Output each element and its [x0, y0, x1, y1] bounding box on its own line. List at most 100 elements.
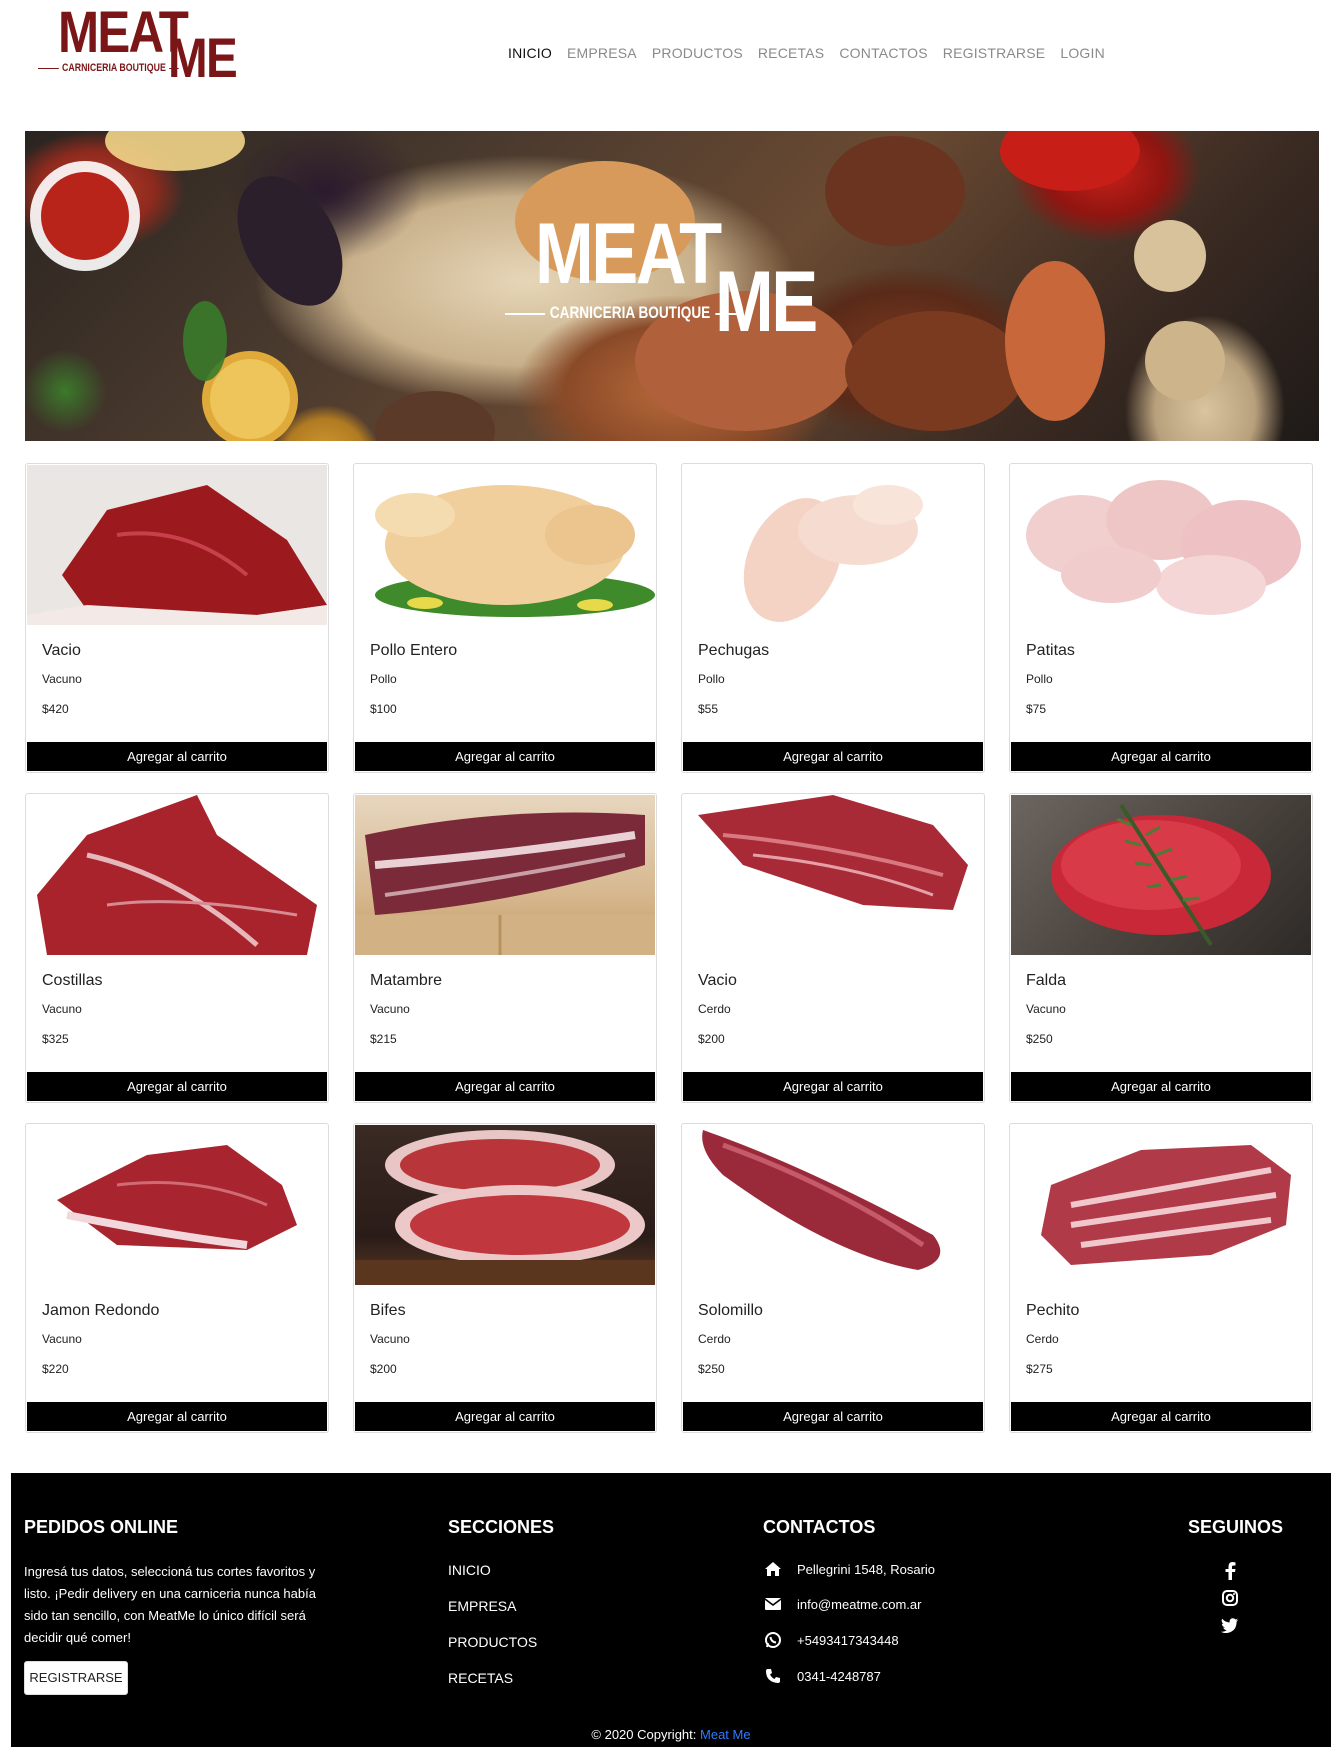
nav-empresa[interactable]: EMPRESA [567, 45, 637, 61]
site-footer: PEDIDOS ONLINE Ingresá tus datos, selecc… [11, 1473, 1331, 1747]
add-to-cart-button[interactable]: Agregar al carrito [1011, 1402, 1311, 1431]
product-image [27, 795, 327, 955]
envelope-icon [763, 1596, 783, 1612]
product-image [1011, 465, 1311, 625]
logo-word-me: ME [168, 26, 238, 89]
product-name: Falda [1026, 972, 1067, 989]
product-category: Vacuno [1026, 1002, 1066, 1016]
footer-link-productos[interactable]: PRODUCTOS [448, 1634, 537, 1650]
footer-link-empresa[interactable]: EMPRESA [448, 1598, 516, 1614]
add-to-cart-button[interactable]: Agregar al carrito [27, 742, 327, 771]
footer-register-button[interactable]: REGISTRARSE [24, 1661, 128, 1695]
add-to-cart-button[interactable]: Agregar al carrito [683, 1072, 983, 1101]
product-price: $55 [698, 702, 719, 716]
product-category: Vacuno [42, 672, 82, 686]
product-category: Cerdo [1026, 1332, 1059, 1346]
contact-address-text: Pellegrini 1548, Rosario [797, 1561, 936, 1577]
product-image [27, 1125, 327, 1285]
product-image [1011, 795, 1311, 955]
add-to-cart-button[interactable]: Agregar al carrito [355, 1402, 655, 1431]
product-card: Vacio Cerdo $200 Agregar al carrito [681, 793, 985, 1103]
product-card: Pechito Cerdo $275 Agregar al carrito [1009, 1123, 1313, 1433]
product-image [683, 1125, 983, 1285]
footer-pedidos-title: PEDIDOS ONLINE [24, 1517, 179, 1537]
hero-logo-word-meat: MEAT [535, 206, 722, 302]
add-to-cart-button[interactable]: Agregar al carrito [683, 1402, 983, 1431]
product-price: $275 [1026, 1362, 1053, 1376]
nav-registrarse[interactable]: REGISTRARSE [943, 45, 1046, 61]
nav-contactos[interactable]: CONTACTOS [839, 45, 927, 61]
contact-email-text[interactable]: info@meatme.com.ar [797, 1597, 921, 1612]
product-price: $75 [1026, 702, 1047, 716]
product-card: Solomillo Cerdo $250 Agregar al carrito [681, 1123, 985, 1433]
product-category: Pollo [370, 672, 397, 686]
product-category: Pollo [698, 672, 725, 686]
product-category: Cerdo [698, 1002, 731, 1016]
add-to-cart-button[interactable]: Agregar al carrito [1011, 1072, 1311, 1101]
product-image [1011, 1125, 1311, 1285]
product-price: $220 [42, 1362, 69, 1376]
footer-link-inicio[interactable]: INICIO [448, 1562, 491, 1578]
nav-login[interactable]: LOGIN [1060, 45, 1105, 61]
main-nav: INICIO EMPRESA PRODUCTOS RECETAS CONTACT… [508, 45, 1120, 61]
product-card: Bifes Vacuno $200 Agregar al carrito [353, 1123, 657, 1433]
product-price: $250 [1026, 1032, 1053, 1046]
whatsapp-icon [763, 1632, 783, 1648]
contact-email: info@meatme.com.ar [763, 1596, 921, 1612]
product-name: Vacio [42, 642, 81, 659]
product-name: Patitas [1026, 642, 1075, 659]
contact-whatsapp-text[interactable]: +5493417343448 [797, 1633, 899, 1648]
add-to-cart-button[interactable]: Agregar al carrito [27, 1402, 327, 1431]
product-card: Patitas Pollo $75 Agregar al carrito [1009, 463, 1313, 773]
instagram-icon[interactable] [1220, 1588, 1240, 1608]
product-name: Pechugas [698, 642, 770, 659]
product-price: $215 [370, 1032, 397, 1046]
phone-icon [763, 1668, 783, 1684]
product-image [683, 795, 983, 955]
product-card: Costillas Vacuno $325 Agregar al carrito [25, 793, 329, 1103]
twitter-icon[interactable] [1220, 1615, 1240, 1635]
product-image [683, 465, 983, 625]
site-header: MEAT ME CARNICERIA BOUTIQUE INICIO EMPRE… [0, 0, 1343, 110]
hero-logo: MEAT ME CARNICERIA BOUTIQUE [505, 211, 845, 361]
nav-inicio[interactable]: INICIO [508, 45, 552, 61]
product-image [355, 795, 655, 955]
footer-copyright: © 2020 Copyright: Meat Me [11, 1727, 1331, 1742]
footer-link-recetas[interactable]: RECETAS [448, 1670, 513, 1686]
product-name: Vacio [698, 972, 737, 989]
product-price: $420 [42, 702, 69, 716]
copyright-link[interactable]: Meat Me [700, 1727, 751, 1742]
nav-productos[interactable]: PRODUCTOS [652, 45, 743, 61]
nav-recetas[interactable]: RECETAS [758, 45, 825, 61]
footer-contactos-title: CONTACTOS [763, 1517, 876, 1537]
contact-phone: 0341-4248787 [763, 1668, 881, 1684]
product-name: Costillas [42, 972, 103, 989]
add-to-cart-button[interactable]: Agregar al carrito [355, 742, 655, 771]
footer-secciones-title: SECCIONES [448, 1517, 555, 1537]
contact-phone-text[interactable]: 0341-4248787 [797, 1669, 881, 1684]
product-card: Pechugas Pollo $55 Agregar al carrito [681, 463, 985, 773]
add-to-cart-button[interactable]: Agregar al carrito [27, 1072, 327, 1101]
product-name: Pollo Entero [370, 642, 458, 659]
product-image [355, 465, 655, 625]
product-name: Pechito [1026, 1302, 1080, 1319]
facebook-icon[interactable] [1220, 1561, 1240, 1581]
logo-tagline: CARNICERIA BOUTIQUE [38, 62, 179, 74]
product-image [355, 1125, 655, 1285]
footer-pedidos-text: Ingresá tus datos, seleccioná tus cortes… [24, 1564, 316, 1645]
brand-logo[interactable]: MEAT ME CARNICERIA BOUTIQUE [38, 4, 238, 86]
product-grid: Vacio Vacuno $420 Agregar al carrito Pol… [25, 463, 1319, 1433]
add-to-cart-button[interactable]: Agregar al carrito [683, 742, 983, 771]
product-name: Solomillo [698, 1302, 763, 1319]
hero-banner: MEAT ME CARNICERIA BOUTIQUE [25, 131, 1319, 441]
product-price: $250 [698, 1362, 725, 1376]
product-name: Jamon Redondo [42, 1302, 160, 1319]
product-price: $200 [698, 1032, 725, 1046]
product-card: Vacio Vacuno $420 Agregar al carrito [25, 463, 329, 773]
product-category: Vacuno [370, 1332, 410, 1346]
add-to-cart-button[interactable]: Agregar al carrito [355, 1072, 655, 1101]
product-price: $100 [370, 702, 397, 716]
add-to-cart-button[interactable]: Agregar al carrito [1011, 742, 1311, 771]
product-price: $200 [370, 1362, 397, 1376]
product-name: Bifes [370, 1302, 406, 1319]
